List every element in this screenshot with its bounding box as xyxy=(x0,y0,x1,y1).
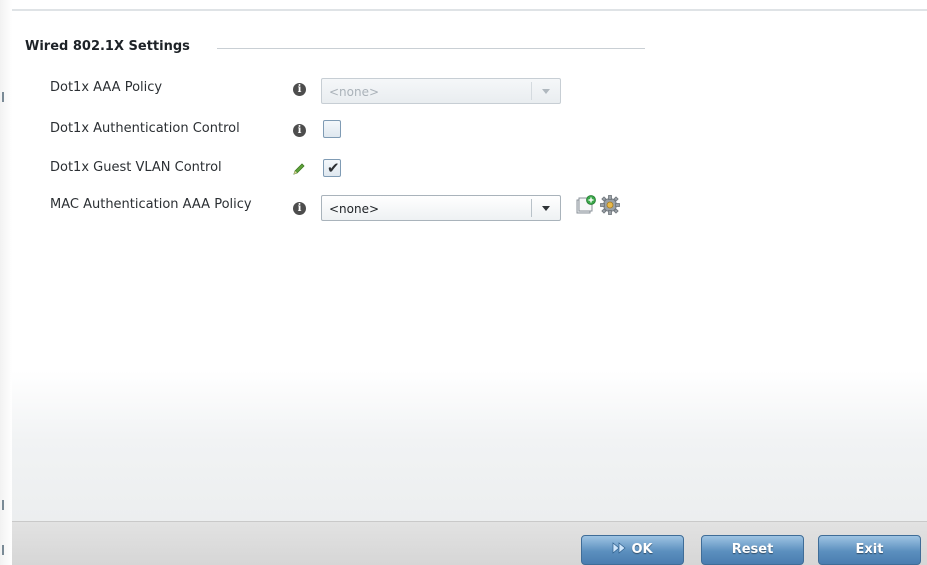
add-policy-icon[interactable] xyxy=(575,195,597,215)
gear-icon[interactable] xyxy=(599,194,621,216)
info-icon[interactable]: i xyxy=(293,83,306,96)
mac-auth-select[interactable]: <none> xyxy=(321,195,561,221)
section-divider xyxy=(217,48,645,49)
info-icon[interactable]: i xyxy=(293,124,306,137)
edge-mark xyxy=(2,545,4,555)
aaa-policy-value: <none> xyxy=(329,85,380,99)
settings-window: Wired 802.1X Settings Dot1x AAA Policy i… xyxy=(0,0,927,565)
select-divider xyxy=(531,199,532,217)
mac-auth-value: <none> xyxy=(329,202,380,216)
mac-auth-label: MAC Authentication AAA Policy xyxy=(50,197,252,212)
footer-bar: OK Reset Exit xyxy=(12,521,927,565)
chevron-down-icon xyxy=(542,89,550,94)
exit-label: Exit xyxy=(855,542,884,557)
exit-button[interactable]: Exit xyxy=(818,535,921,565)
section-title: Wired 802.1X Settings xyxy=(25,39,190,54)
aaa-policy-select[interactable]: <none> xyxy=(321,78,561,104)
ok-label: OK xyxy=(631,542,653,557)
aaa-policy-label: Dot1x AAA Policy xyxy=(50,80,163,95)
info-icon[interactable]: i xyxy=(293,202,306,215)
auth-control-label: Dot1x Authentication Control xyxy=(50,121,240,136)
chevron-down-icon xyxy=(542,206,550,211)
edge-mark xyxy=(2,500,4,510)
reset-label: Reset xyxy=(731,542,774,557)
auth-control-checkbox[interactable] xyxy=(323,120,341,138)
pencil-icon[interactable] xyxy=(292,162,306,176)
reset-button[interactable]: Reset xyxy=(701,535,804,565)
settings-panel: Wired 802.1X Settings Dot1x AAA Policy i… xyxy=(12,11,927,521)
guest-vlan-checkbox[interactable]: ✔ xyxy=(323,159,341,177)
window-left-edge xyxy=(0,0,12,565)
edge-mark xyxy=(2,92,4,102)
checkmark-icon: ✔ xyxy=(327,159,340,177)
ok-button[interactable]: OK xyxy=(581,535,684,565)
guest-vlan-label: Dot1x Guest VLAN Control xyxy=(50,160,222,175)
select-divider xyxy=(531,82,532,100)
forward-icon xyxy=(613,542,626,554)
